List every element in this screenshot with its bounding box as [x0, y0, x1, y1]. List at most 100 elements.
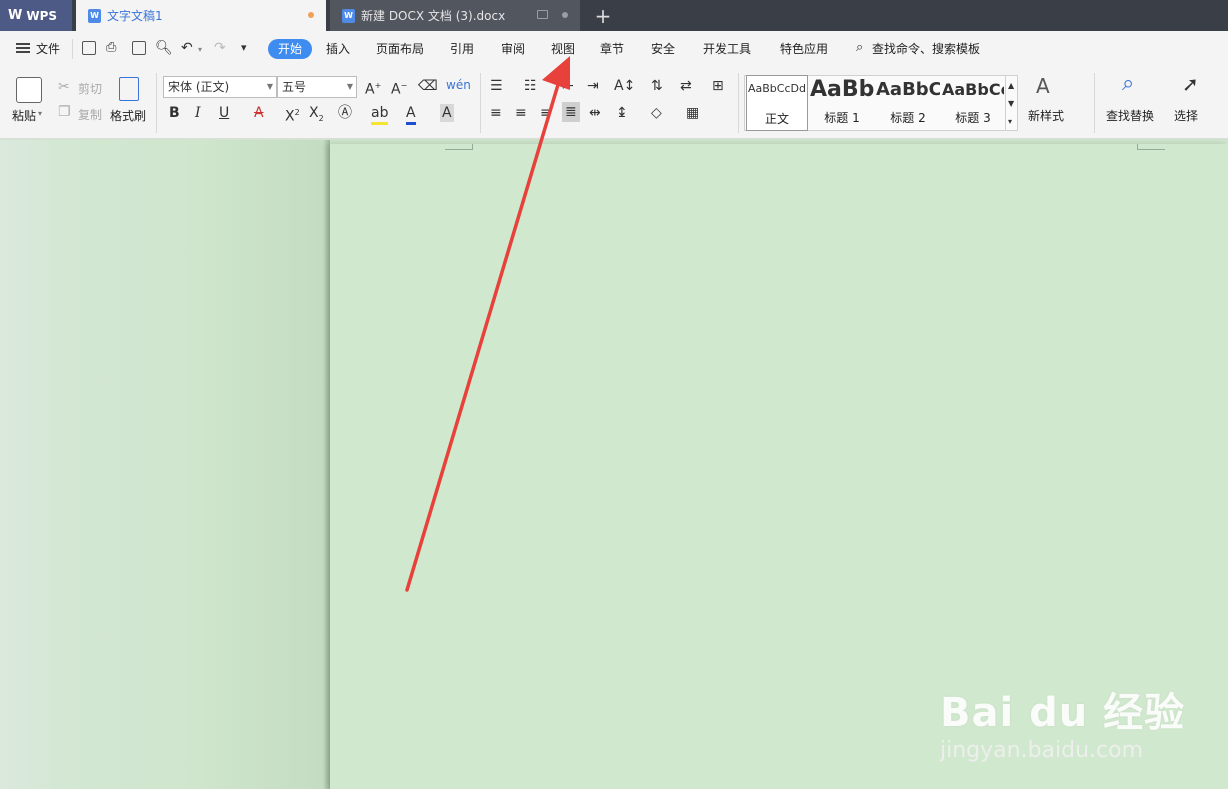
text-effect-icon[interactable]: Ⓐ — [338, 104, 352, 122]
menu-special[interactable]: 特色应用 — [780, 39, 828, 59]
menu-view[interactable]: 视图 — [551, 39, 575, 59]
wps-tab-label: WPS — [26, 8, 58, 23]
line-spacing-icon[interactable]: ↨ — [616, 104, 628, 122]
document-icon: W — [88, 8, 101, 23]
select-cursor-icon: ➚ — [1182, 72, 1199, 96]
chevron-down-icon[interactable]: ▼ — [1008, 95, 1014, 113]
ribbon-toolbar: 粘贴 ▾ ✂ 剪切 ❐ 复制 格式刷 宋体 (正文) ▼ 五号 ▼ A+ A− … — [0, 67, 1228, 139]
new-style-icon: A — [1036, 74, 1050, 98]
print-icon[interactable] — [132, 41, 146, 55]
divider — [738, 73, 739, 133]
style-label: 标题 3 — [955, 111, 991, 125]
margin-marker — [445, 144, 473, 150]
subscript-icon[interactable]: X2 — [309, 104, 324, 128]
font-size-select[interactable]: 五号 ▼ — [277, 76, 357, 98]
new-tab-button[interactable]: + — [590, 0, 616, 31]
style-heading-3[interactable]: AaBbCc 标题 3 — [942, 75, 1004, 131]
menu-layout[interactable]: 页面布局 — [376, 39, 424, 59]
style-label: 标题 2 — [890, 111, 926, 125]
paste-icon[interactable] — [16, 77, 42, 103]
menu-devtools[interactable]: 开发工具 — [703, 39, 751, 59]
increase-font-icon[interactable]: A+ — [365, 77, 381, 99]
format-painter-button[interactable]: 格式刷 — [110, 107, 146, 124]
document-tab-2[interactable]: W 新建 DOCX 文档 (3).docx — [330, 0, 580, 31]
new-style-button[interactable]: 新样式 — [1028, 107, 1064, 124]
document-icon: W — [342, 8, 355, 23]
menu-insert[interactable]: 插入 — [326, 39, 350, 59]
baidu-watermark: Bai du 经验 jingyan.baidu.com — [940, 680, 1185, 763]
document-tab-1[interactable]: W 文字文稿1 — [76, 0, 326, 31]
search-command-input[interactable]: 查找命令、搜索模板 — [872, 39, 980, 59]
align-center-icon[interactable]: ≡ — [515, 104, 527, 122]
wps-logo-icon: W — [8, 8, 23, 23]
align-left-icon[interactable]: ≡ — [490, 104, 502, 122]
margin-marker — [1137, 144, 1165, 150]
find-replace-icon: ⌕ — [1122, 71, 1135, 96]
superscript-icon[interactable]: X2 — [285, 104, 300, 126]
hamburger-menu-icon[interactable] — [16, 43, 30, 53]
preview-icon[interactable]: 🔍︎ — [155, 39, 173, 57]
more-styles-icon[interactable]: ▾ — [1008, 113, 1012, 131]
find-replace-button[interactable]: 查找替换 — [1106, 107, 1154, 124]
bullet-list-icon[interactable]: ☰ — [490, 77, 503, 95]
menu-start[interactable]: 开始 — [268, 39, 313, 59]
style-heading-1[interactable]: AaBb 标题 1 — [810, 75, 874, 131]
customize-quick-access-icon[interactable]: ▾ — [241, 39, 247, 57]
styles-scroll[interactable]: ▲ ▼ ▾ — [1005, 75, 1018, 131]
borders-icon[interactable]: ▦ — [686, 104, 699, 122]
distributed-align-icon[interactable]: ⇹ — [589, 104, 601, 122]
cut-button[interactable]: 剪切 — [78, 80, 102, 97]
justify-icon[interactable]: ≣ — [562, 102, 580, 122]
align-right-icon[interactable]: ≡ — [540, 104, 552, 122]
font-color-icon[interactable]: A — [406, 104, 416, 125]
wps-home-tab[interactable]: W WPS — [0, 0, 72, 31]
increase-indent-icon[interactable]: ⇥ — [587, 77, 599, 95]
menu-review[interactable]: 审阅 — [501, 39, 525, 59]
sort-icon[interactable]: ⇅ — [651, 77, 663, 95]
copy-button[interactable]: 复制 — [78, 106, 102, 123]
close-dot-icon[interactable] — [562, 12, 568, 18]
char-shading-icon[interactable]: A — [440, 104, 454, 122]
phonetic-guide-icon[interactable]: wén — [446, 76, 471, 94]
print-preview-icon[interactable]: ⎙ — [106, 39, 116, 57]
line-spacing-options-icon[interactable]: ⇄ — [680, 77, 692, 95]
numbered-list-icon[interactable]: ☷ — [524, 77, 537, 95]
save-icon[interactable] — [82, 41, 96, 55]
monitor-icon[interactable] — [537, 10, 548, 19]
highlight-icon[interactable]: ab — [371, 104, 389, 125]
decrease-font-icon[interactable]: A− — [391, 77, 407, 99]
menu-file[interactable]: 文件 — [36, 39, 60, 59]
tab-bar: W WPS W 文字文稿1 W 新建 DOCX 文档 (3).docx + — [0, 0, 1228, 31]
style-heading-2[interactable]: AaBbC 标题 2 — [876, 75, 940, 131]
menu-references[interactable]: 引用 — [450, 39, 474, 59]
select-button[interactable]: 选择 — [1174, 107, 1198, 124]
search-icon: ⌕ — [856, 40, 864, 55]
menu-section[interactable]: 章节 — [600, 39, 624, 59]
paste-dropdown-icon[interactable]: ▾ — [38, 109, 42, 118]
style-normal[interactable]: AaBbCcDd 正文 — [746, 75, 808, 131]
clear-format-icon[interactable]: ⌫ — [418, 77, 438, 95]
redo-icon[interactable]: ↷ — [214, 39, 226, 57]
watermark-brand: Bai du 经验 — [940, 690, 1186, 736]
undo-icon[interactable]: ↶ — [181, 39, 193, 57]
paste-button[interactable]: 粘贴 — [12, 107, 36, 124]
italic-icon[interactable]: I — [195, 104, 201, 122]
style-label: 正文 — [764, 112, 789, 126]
shading-icon[interactable]: ◇ — [651, 104, 662, 122]
underline-icon[interactable]: U — [219, 104, 229, 122]
style-label: 标题 1 — [824, 111, 860, 125]
table-layout-icon[interactable]: ⊞ — [712, 77, 724, 95]
plus-icon: + — [594, 3, 612, 28]
divider — [156, 73, 157, 133]
font-name-select[interactable]: 宋体 (正文) ▼ — [163, 76, 277, 98]
text-direction-icon[interactable]: A↕ — [614, 77, 635, 95]
style-sample: AaBbCcDd — [748, 82, 806, 95]
strikethrough-icon[interactable]: A — [254, 104, 264, 122]
decrease-indent-icon[interactable]: ⇤ — [562, 77, 574, 95]
bold-icon[interactable]: B — [169, 104, 180, 122]
chevron-up-icon[interactable]: ▲ — [1008, 77, 1014, 95]
undo-dropdown-icon[interactable]: ▾ — [198, 41, 202, 59]
menu-security[interactable]: 安全 — [651, 39, 675, 59]
document-background — [0, 140, 330, 789]
document-tab-2-label: 新建 DOCX 文档 (3).docx — [361, 9, 506, 23]
